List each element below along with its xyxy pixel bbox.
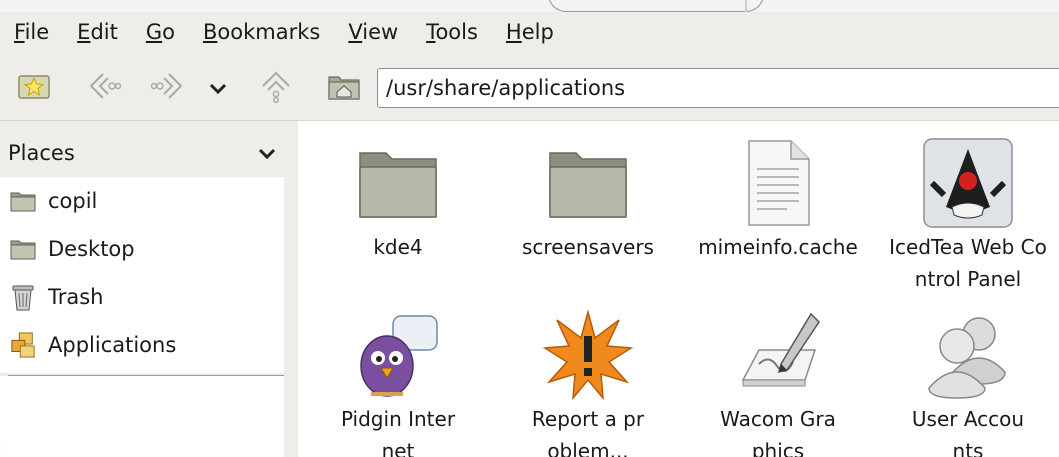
applications-icon [10,332,36,358]
menu-file[interactable]: File [14,20,49,44]
file-item-wacom[interactable]: Wacom Graphics [683,307,873,457]
sidebar-item-label: Trash [48,285,104,309]
folder-icon [350,135,446,231]
sidebar-item-label: Desktop [48,237,135,261]
file-label: Report a problem... [531,407,645,457]
places-selector[interactable]: Places [8,135,276,171]
file-item-icedtea[interactable]: IcedTea Web Control Panel [873,135,1059,295]
folder-icon [10,188,36,214]
location-input[interactable]: /usr/share/applications [377,68,1059,108]
back-icon [87,71,122,106]
warning-burst-icon [540,307,636,403]
pane-splitter[interactable] [284,121,298,457]
places-list: copil Desktop Trash Applications [0,177,284,373]
users-icon [920,307,1016,403]
file-label: User Accounts [911,407,1025,457]
file-label: IcedTea Web Control Panel [889,235,1047,291]
folder-icon [10,236,36,262]
back-button[interactable] [84,70,124,106]
text-file-icon [730,135,826,231]
file-item-mimeinfo[interactable]: mimeinfo.cache [683,135,873,263]
file-label: Wacom Graphics [720,407,836,457]
menu-help[interactable]: Help [506,20,554,44]
sidebar: Places copil Desktop Trash Applications [0,121,284,457]
file-item-pidgin[interactable]: Pidgin Internet [303,307,493,457]
menu-go[interactable]: Go [146,20,175,44]
folder-icon [540,135,636,231]
sidebar-item-trash[interactable]: Trash [0,273,284,321]
file-item-report-problem[interactable]: Report a problem... [493,307,683,457]
menu-tools[interactable]: Tools [426,20,478,44]
tablet-pen-icon [730,307,826,403]
forward-button[interactable] [148,70,188,106]
file-manager-window: File Edit Go Bookmarks View Tools Help /… [0,0,1059,457]
java-duke-icon [920,135,1016,231]
file-item-user-accounts[interactable]: User Accounts [873,307,1059,457]
new-bookmark-button[interactable] [14,70,54,106]
sidebar-item-copil[interactable]: copil [0,177,284,225]
pidgin-icon [350,307,446,403]
history-dropdown-button[interactable] [203,70,233,106]
menu-bookmarks[interactable]: Bookmarks [203,20,320,44]
new-bookmark-icon [17,72,51,105]
menu-view[interactable]: View [348,20,398,44]
menubar: File Edit Go Bookmarks View Tools Help [0,10,1059,54]
home-folder-icon [327,71,361,106]
home-button[interactable] [324,70,364,106]
places-title: Places [8,141,75,165]
sidebar-item-label: copil [48,189,98,213]
up-button[interactable] [256,70,296,106]
forward-icon [150,71,185,106]
file-icon-view: kde4 screensavers mimeinfo.cache IcedTea… [298,121,1059,457]
sidebar-item-label: Applications [48,333,177,357]
sidebar-item-applications[interactable]: Applications [0,321,284,369]
file-item-kde4[interactable]: kde4 [303,135,493,263]
trash-icon [10,284,36,311]
toolbar: /usr/share/applications [0,56,1059,120]
chevron-down-icon [258,141,276,165]
menu-edit[interactable]: Edit [77,20,118,44]
location-path: /usr/share/applications [386,76,626,100]
up-icon [259,69,293,108]
file-label: mimeinfo.cache [698,235,858,259]
sidebar-item-desktop[interactable]: Desktop [0,225,284,273]
file-item-screensavers[interactable]: screensavers [493,135,683,263]
sidebar-empty-area [0,376,284,457]
file-label: kde4 [373,235,423,259]
file-label: screensavers [522,235,654,259]
file-label: Pidgin Internet [340,407,456,457]
chevron-down-icon [209,76,227,100]
